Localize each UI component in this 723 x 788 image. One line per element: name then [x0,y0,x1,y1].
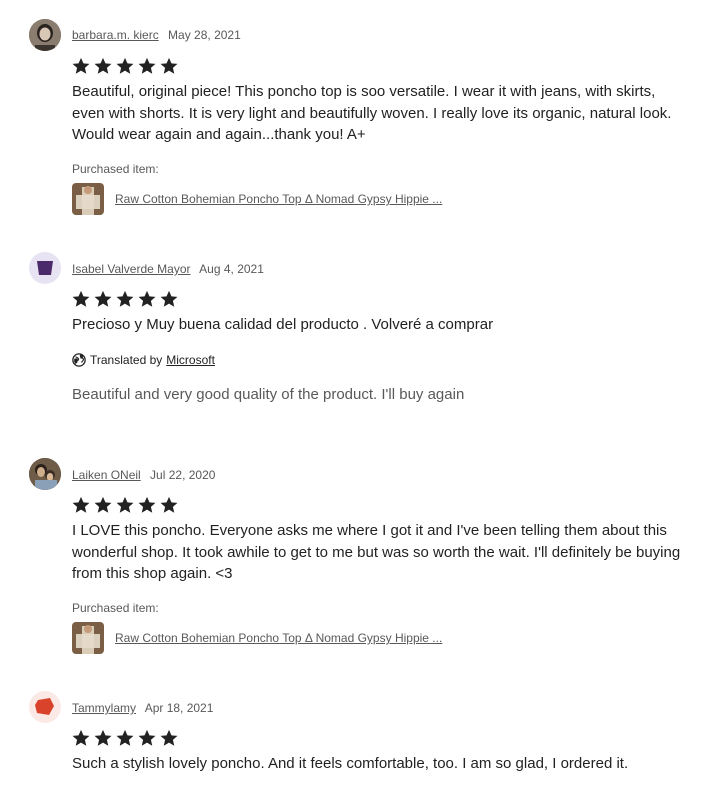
review-text: Beautiful, original piece! This poncho t… [72,83,672,143]
reviewer-name-link[interactable]: Laiken ONeil [72,468,141,482]
star-icon [71,56,91,76]
reviewer-name-link[interactable]: barbara.m. kierc [72,28,159,42]
star-icon [71,289,91,309]
item-thumbnail[interactable] [72,622,104,654]
item-thumbnail[interactable] [72,183,104,215]
star-icon [71,495,91,515]
avatar[interactable] [29,19,61,51]
review-date: May 28, 2021 [168,28,241,42]
review-text: Such a stylish lovely poncho. And it fee… [72,755,629,772]
star-rating [71,495,179,515]
star-icon [93,728,113,748]
star-icon [115,56,135,76]
star-icon [93,289,113,309]
star-icon [115,728,135,748]
star-icon [159,289,179,309]
translated-review-text: Beautiful and very good quality of the p… [72,386,465,403]
star-icon [93,495,113,515]
avatar[interactable] [29,458,61,490]
review-meta: Tammylamy Apr 18, 2021 [72,701,213,715]
reviewer-name-link[interactable]: Isabel Valverde Mayor [72,262,191,276]
purchased-item-label: Purchased item: [72,601,159,615]
star-icon [115,495,135,515]
star-icon [159,728,179,748]
star-icon [159,495,179,515]
star-rating [71,289,179,309]
translated-by-label: Translated by [90,353,163,367]
star-icon [115,289,135,309]
globe-icon [72,353,86,367]
review-meta: Laiken ONeil Jul 22, 2020 [72,468,215,482]
star-icon [93,56,113,76]
reviewer-name-link[interactable]: Tammylamy [72,701,136,715]
avatar[interactable] [29,252,61,284]
review-date: Apr 18, 2021 [144,701,214,715]
star-rating [71,728,179,748]
star-icon [71,728,91,748]
star-icon [137,495,157,515]
review-text: I LOVE this poncho. Everyone asks me whe… [72,522,681,582]
star-icon [137,56,157,76]
star-icon [137,728,157,748]
review-meta: barbara.m. kierc May 28, 2021 [72,28,241,42]
purchased-item-link[interactable]: Raw Cotton Bohemian Poncho Top Δ Nomad G… [115,631,442,645]
star-icon [137,289,157,309]
review-date: Jul 22, 2020 [150,468,216,482]
purchased-item-label: Purchased item: [72,162,159,176]
purchased-item-link[interactable]: Raw Cotton Bohemian Poncho Top Δ Nomad G… [115,192,442,206]
review-meta: Isabel Valverde Mayor Aug 4, 2021 [72,262,264,276]
star-icon [159,56,179,76]
avatar[interactable] [29,691,61,723]
review-text: Precioso y Muy buena calidad del product… [72,316,494,333]
star-rating [71,56,179,76]
translation-attribution: Translated by Microsoft [72,353,215,367]
translation-provider-link[interactable]: Microsoft [166,353,215,367]
review-date: Aug 4, 2021 [199,262,264,276]
